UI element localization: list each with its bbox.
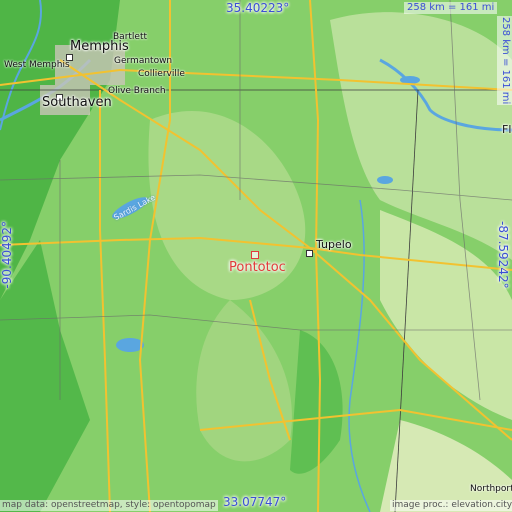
coord-top: 35.40223° <box>226 1 290 15</box>
place-label-main[interactable]: Pontotoc <box>229 261 286 274</box>
coord-bottom: 33.07747° <box>223 495 287 509</box>
map-view[interactable]: Memphis West Memphis Southaven Bartlett … <box>0 0 512 512</box>
scale-horizontal: 258 km = 161 mi <box>404 2 498 14</box>
tupelo-marker <box>306 250 313 257</box>
city-label-olive-branch[interactable]: Olive Branch <box>108 87 166 96</box>
pontotoc-marker[interactable] <box>251 251 259 259</box>
attribution-right: image proc.: elevation.city <box>390 500 512 511</box>
city-label-west-memphis[interactable]: West Memphis <box>4 61 70 70</box>
city-label-southaven[interactable]: Southaven <box>42 96 112 109</box>
city-label-germantown[interactable]: Germantown <box>114 57 172 66</box>
city-label-florence[interactable]: Fl <box>502 124 511 135</box>
coord-left: -90.40492° <box>0 221 14 289</box>
coord-right: -87.59242° <box>496 221 510 289</box>
city-label-collierville[interactable]: Collierville <box>138 70 185 79</box>
scale-vertical: 258 km = 161 mi <box>497 16 512 106</box>
city-label-bartlett[interactable]: Bartlett <box>113 33 147 42</box>
city-label-northport[interactable]: Northport <box>470 485 512 494</box>
attribution-left: map data: openstreetmap, style: opentopo… <box>0 500 218 511</box>
city-label-tupelo[interactable]: Tupelo <box>316 239 352 250</box>
